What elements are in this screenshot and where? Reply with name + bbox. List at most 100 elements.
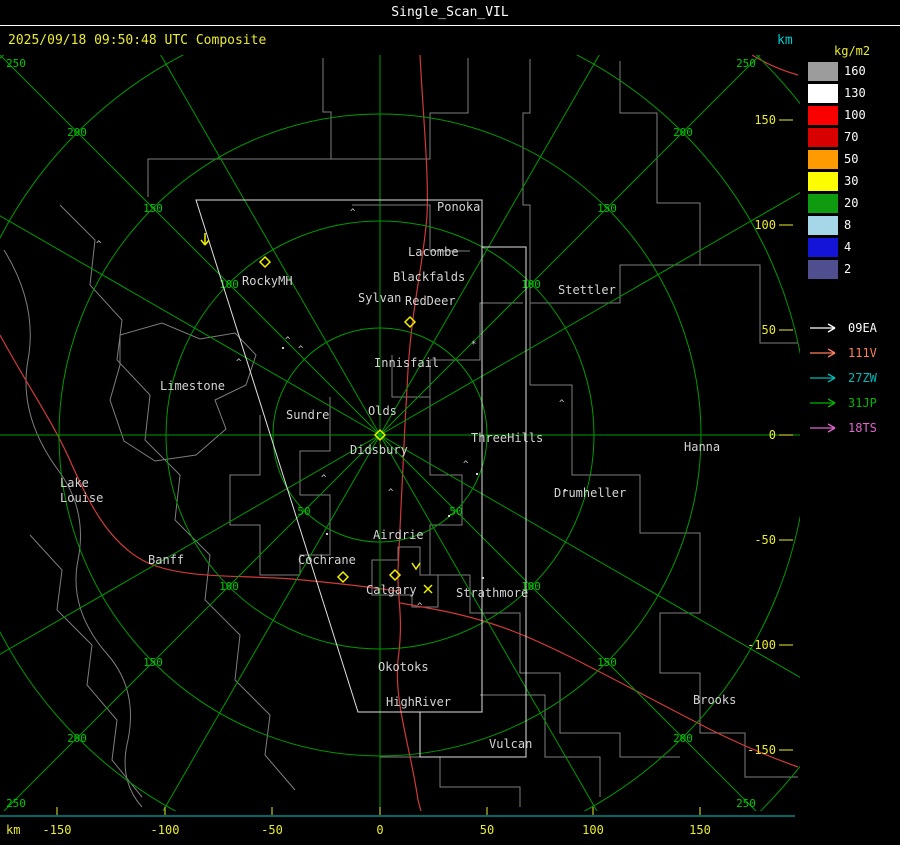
legend-panel: kg/m2 160 130 100 70 50 30 20 8 4 2 09EA… — [800, 30, 900, 841]
city-label-calgary: Calgary — [366, 583, 417, 597]
city-label-limestone: Limestone — [160, 379, 225, 393]
legend-value: 30 — [844, 174, 859, 188]
city-label-sundre: Sundre — [286, 408, 329, 422]
right-axis-tick: -100 — [747, 638, 776, 652]
right-axis-tick: 50 — [762, 323, 776, 337]
legend-row: 160 — [808, 62, 900, 81]
yellow-check-marker — [411, 562, 421, 571]
town-markers: ^ ^ ^ ^ ^ ^ ^ ^ ^ ^ * — [96, 208, 566, 612]
svg-text:^: ^ — [321, 474, 327, 484]
city-label-sylvan: Sylvan — [358, 291, 401, 305]
radar-site-legend-row: 31JP — [808, 395, 900, 411]
legend-swatch — [808, 106, 838, 125]
radar-site-legend-row: 18TS — [808, 420, 900, 436]
right-axis-tick: 100 — [754, 218, 776, 232]
ring-label: 150 — [597, 202, 617, 215]
bottom-axis-tick: 0 — [376, 823, 383, 837]
bottom-km-axis: -150 -100 -50 0 50 100 150 km — [0, 807, 795, 837]
city-label-airdrie: Airdrie — [373, 528, 424, 542]
legend-swatch — [808, 260, 838, 279]
scan-timestamp: 2025/09/18 09:50:48 UTC Composite — [8, 33, 267, 48]
city-label-didsbury: Didsbury — [350, 443, 408, 457]
ring-label: 200 — [673, 126, 693, 139]
city-label-okotoks: Okotoks — [378, 660, 429, 674]
city-label-olds: Olds — [368, 404, 397, 418]
legend-swatch — [808, 128, 838, 147]
radar-map: 50 50 100 100 100 100 150 150 150 150 20… — [0, 55, 800, 845]
legend-swatch — [808, 172, 838, 191]
city-label-innisfail: Innisfail — [374, 356, 439, 370]
svg-text:^: ^ — [298, 345, 304, 355]
radar-site-marker — [258, 255, 272, 269]
svg-text:*: * — [471, 340, 476, 350]
window-title: Single_Scan_VIL — [0, 0, 900, 26]
bottom-axis-tick: 100 — [582, 823, 604, 837]
yellow-arrow-marker — [200, 233, 210, 246]
bottom-axis-tick: 50 — [480, 823, 494, 837]
legend-value: 160 — [844, 64, 866, 78]
legend-unit-label: kg/m2 — [834, 44, 871, 58]
legend-swatch — [808, 238, 838, 257]
city-label-lacombe: Lacombe — [408, 245, 459, 259]
svg-text:^: ^ — [285, 336, 291, 346]
legend-row: 70 — [808, 128, 900, 147]
city-label-brooks: Brooks — [693, 693, 736, 707]
legend-value: 130 — [844, 86, 866, 100]
site-arrow-icon — [810, 323, 836, 333]
legend-value: 20 — [844, 196, 859, 210]
svg-text:^: ^ — [96, 240, 102, 250]
ring-label: 100 — [219, 580, 239, 593]
legend-row: 4 — [808, 238, 900, 257]
legend-value: 50 — [844, 152, 859, 166]
legend-row: 8 — [808, 216, 900, 235]
ring-label: 250 — [736, 57, 756, 70]
radar-site-id: 18TS — [848, 421, 877, 435]
legend-value: 4 — [844, 240, 852, 254]
city-label-vulcan: Vulcan — [489, 737, 532, 751]
svg-text:^: ^ — [559, 399, 565, 409]
radar-site-legend-row: 111V — [808, 345, 900, 361]
svg-text:^: ^ — [388, 488, 394, 498]
ring-label: 150 — [143, 656, 163, 669]
ring-label: 200 — [673, 732, 693, 745]
svg-text:^: ^ — [350, 208, 356, 218]
city-label-lake: Lake — [60, 476, 89, 490]
city-label-strathmore: Strathmore — [456, 586, 528, 600]
ring-label: 50 — [297, 505, 310, 518]
ring-label: 250 — [736, 797, 756, 810]
legend-row: 30 — [808, 172, 900, 191]
ring-label: 50 — [449, 505, 462, 518]
right-axis-unit: km — [777, 33, 793, 48]
site-arrow-icon — [810, 348, 836, 358]
city-label-highriver: HighRiver — [386, 695, 451, 709]
legend-swatch — [808, 194, 838, 213]
ring-label: 150 — [597, 656, 617, 669]
radar-site-id: 111V — [848, 346, 877, 360]
right-axis-tick: -150 — [747, 743, 776, 757]
ring-label: 150 — [143, 202, 163, 215]
radar-app-window: { "window": { "title": "Single_Scan_VIL"… — [0, 0, 900, 841]
ring-label: 200 — [67, 126, 87, 139]
legend-row: 50 — [808, 150, 900, 169]
legend-value: 8 — [844, 218, 852, 232]
legend-value: 100 — [844, 108, 866, 122]
site-arrow-icon — [810, 398, 836, 408]
ring-label: 250 — [6, 57, 26, 70]
city-label-reddeer: RedDeer — [405, 294, 456, 308]
radar-site-marker — [336, 570, 350, 584]
city-label-drumheller: Drumheller — [554, 486, 626, 500]
svg-text:^: ^ — [236, 358, 242, 368]
legend-row: 100 — [808, 106, 900, 125]
right-axis-tick: 0 — [769, 428, 776, 442]
radar-site-legend-row: 27ZW — [808, 370, 900, 386]
bottom-axis-tick: -150 — [43, 823, 72, 837]
bottom-axis-unit: km — [6, 823, 20, 837]
legend-row: 20 — [808, 194, 900, 213]
ring-label: 200 — [67, 732, 87, 745]
yellow-x-marker — [423, 584, 433, 594]
radar-site-id: 31JP — [848, 396, 877, 410]
city-label-stettler: Stettler — [558, 283, 616, 297]
right-axis-tick: -50 — [754, 533, 776, 547]
city-label-rockymh: RockyMH — [242, 274, 293, 288]
legend-row: 2 — [808, 260, 900, 279]
